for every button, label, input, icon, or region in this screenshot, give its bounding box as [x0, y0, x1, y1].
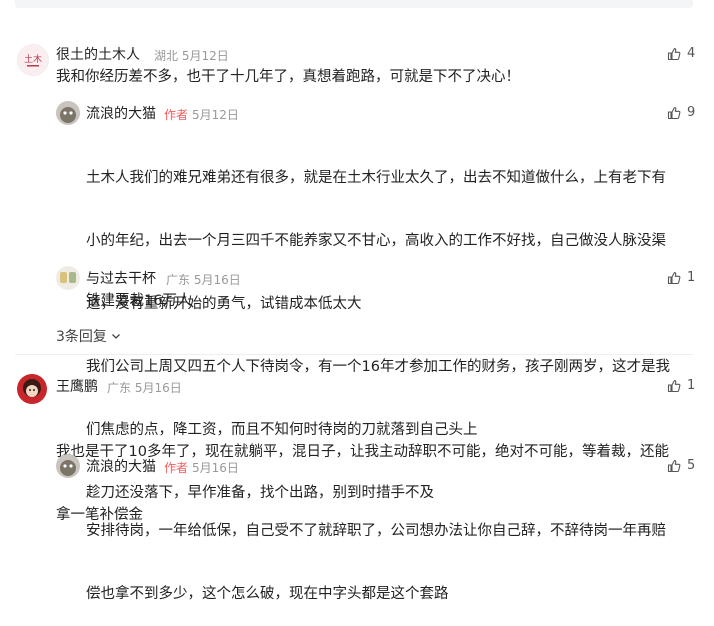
like-count: 1	[687, 378, 696, 393]
cat-avatar-icon	[60, 107, 76, 123]
cartoon-avatar-icon	[23, 379, 41, 397]
reply-username[interactable]: 与过去干杯	[86, 268, 156, 288]
like-count: 9	[687, 105, 696, 120]
like-count: 5	[687, 458, 696, 473]
comment-divider	[15, 354, 693, 355]
author-tag: 作者	[164, 461, 189, 475]
reply-meta: 作者 5月12日	[164, 106, 239, 123]
cartoon-avatar-icon	[60, 272, 76, 283]
reply-meta: 广东 5月16日	[166, 271, 241, 288]
user-avatar[interactable]	[56, 101, 80, 125]
reply-line: 小的年纪，出去一个月三四千不能养家又不甘心，高收入的工作不好找，自己做没人脉没渠	[86, 233, 666, 249]
thumbs-up-icon	[667, 106, 681, 119]
svg-text:土木: 土木	[24, 53, 42, 65]
thumbs-up-icon	[667, 459, 681, 472]
comment-location: 广东	[107, 381, 132, 395]
like-count: 1	[687, 270, 696, 285]
reply-text: 安排待岗，一年给低保，自己受不了就辞职了，公司想办法让你自己辞，不辞待岗一年再赔…	[86, 479, 666, 626]
comment-username[interactable]: 很土的土木人	[56, 44, 140, 64]
user-avatar[interactable]	[56, 454, 80, 478]
comment-date: 5月16日	[134, 381, 182, 395]
reply-meta: 作者 5月16日	[164, 459, 239, 476]
logo-avatar-icon: 土木	[24, 53, 42, 67]
comment-text: 我和你经历差不多，也干了十几年了，真想着跑路，可就是下不了决心！	[56, 69, 520, 85]
reply-line: 土木人我们的难兄难弟还有很多，就是在土木行业太久了，出去不知道做什么，上有老下有	[86, 170, 666, 186]
comment-meta: 湖北 5月12日	[154, 47, 229, 64]
more-replies-label: 3条回复	[56, 329, 107, 345]
like-button[interactable]: 1	[667, 270, 695, 285]
reply-date: 5月16日	[192, 461, 239, 475]
reply-text: 铁建要裁16万人	[86, 293, 192, 309]
comment-meta: 广东 5月16日	[107, 379, 182, 396]
previous-comment-area	[15, 0, 693, 8]
more-replies-button[interactable]: 3条回复	[56, 326, 122, 346]
reply-line: 安排待岗，一年给低保，自己受不了就辞职了，公司想办法让你自己辞，不辞待岗一年再赔	[86, 523, 666, 539]
chevron-down-icon	[111, 334, 120, 339]
user-avatar[interactable]: 土木	[17, 44, 49, 76]
like-button[interactable]: 1	[667, 378, 695, 393]
reply-line: 偿也拿不到多少，这个怎么破，现在中字头都是这个套路	[86, 586, 449, 602]
comment-date: 5月12日	[181, 49, 229, 63]
reply-line: 我们公司上周又四五个人下待岗令，有一个16年才参加工作的财务，孩子刚两岁，这才是…	[86, 359, 670, 375]
thumbs-up-icon	[667, 47, 681, 60]
reply-username[interactable]: 流浪的大猫	[86, 456, 156, 476]
reply-location: 广东	[166, 273, 191, 287]
reply-username[interactable]: 流浪的大猫	[86, 103, 156, 123]
like-button[interactable]: 4	[667, 46, 695, 61]
comment-location: 湖北	[154, 49, 179, 63]
user-avatar[interactable]	[56, 266, 80, 290]
like-count: 4	[687, 46, 696, 61]
thumbs-up-icon	[667, 271, 681, 284]
user-avatar[interactable]	[17, 374, 47, 404]
comment-username[interactable]: 王鹰鹏	[56, 376, 98, 396]
reply-date: 5月16日	[193, 273, 241, 287]
cat-avatar-icon	[60, 460, 76, 476]
author-tag: 作者	[164, 108, 189, 122]
thumbs-up-icon	[667, 379, 681, 392]
like-button[interactable]: 5	[667, 458, 695, 473]
reply-date: 5月12日	[192, 108, 239, 122]
like-button[interactable]: 9	[667, 105, 695, 120]
